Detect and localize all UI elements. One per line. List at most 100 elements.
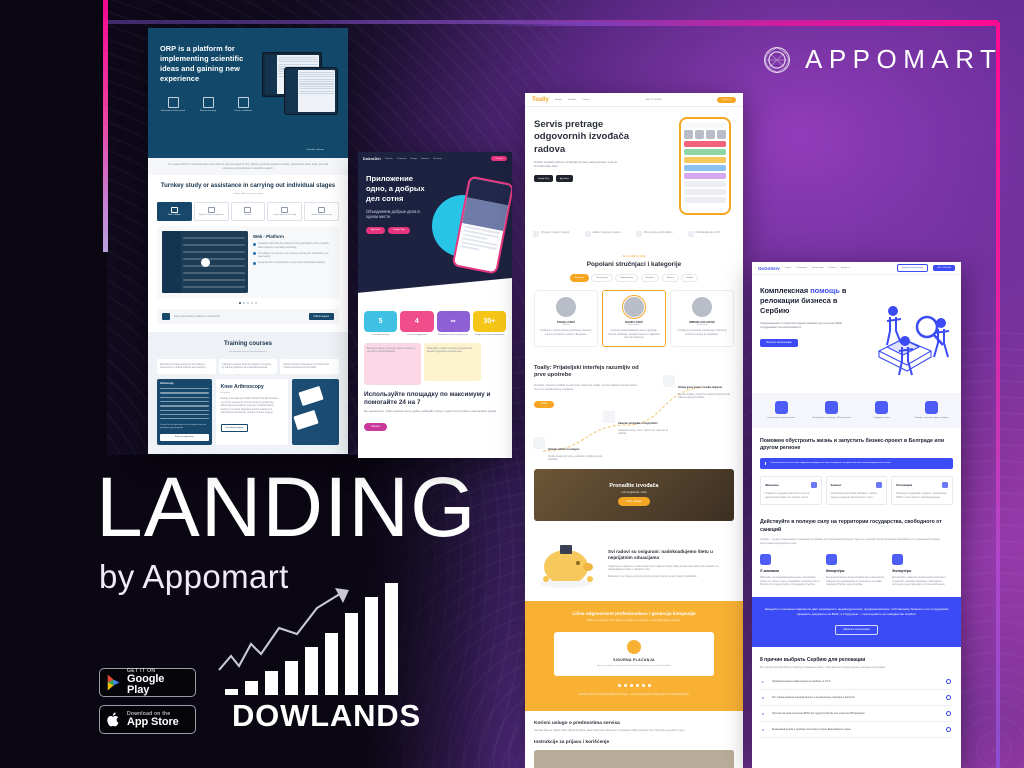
reloc-feature: Экспортёры Доставляйте товар без огранич… — [892, 554, 953, 587]
toally-person-card[interactable]: TANJA LUKIĆ Moleraj Kvalitetno i uredno … — [534, 290, 598, 347]
orp-tab-services[interactable]: Services — [230, 202, 266, 222]
reloc-feature-body: Беспрепятственно осуществляйте ввоз евро… — [826, 576, 885, 587]
reloc-acc-row[interactable]: 2 Нет ограничений на перевод валюты и на … — [760, 690, 953, 707]
toally-chip[interactable]: Svi radovi — [569, 274, 589, 282]
reloc-acc-row[interactable]: 4 Безвизовый режим и удобная логистика в … — [760, 722, 953, 739]
orp-tab-label: Study & Course Development — [198, 214, 224, 217]
toally-steps-button[interactable]: Proba — [534, 400, 555, 408]
check-icon — [533, 231, 539, 237]
toally-person-card[interactable]: DAVID LUKIĆ Vodoinstalater Vrhunski vodo… — [602, 290, 666, 347]
toally-carousel-dots[interactable] — [534, 683, 734, 687]
reloc-acc-row[interactable]: 3 Простая система получения ВНЖ при трудо… — [760, 706, 953, 723]
orp-tab-statistics[interactable]: Statistic data processing — [304, 202, 339, 222]
reloc-accordion-section: 8 причин выбрать Сербию для релокации Мы… — [752, 647, 961, 749]
mockup-orp[interactable]: ORP is a platform for implementing scien… — [148, 28, 348, 454]
google-play-badge-bottom: Google Play — [127, 673, 165, 696]
toally-person-card[interactable]: MIROSLAVA ANTIĆ Renoviranje Kompletno re… — [670, 290, 734, 347]
orp-tab-web-platform[interactable]: Web - Platform — [157, 202, 192, 222]
charity-appstore-button[interactable]: App Store — [366, 226, 386, 234]
toally-menu-item[interactable]: O nama — [582, 99, 590, 101]
toally-googleplay-button[interactable]: Google Play — [534, 175, 553, 183]
reloc-card[interactable]: Релокация Переезд сотрудников и родных, … — [891, 476, 954, 506]
toally-chip[interactable]: Renoviranje — [591, 274, 613, 282]
app-store-badge[interactable]: Download on the App Store — [99, 705, 196, 734]
reloc-sec1-title: Поможем обустроить жизнь и запустить биз… — [760, 437, 945, 451]
orp-cta-button[interactable]: Submit request — [308, 313, 334, 321]
orp-carousel-dots[interactable] — [157, 302, 339, 305]
reloc-nav-button-consult[interactable]: Получить консультацию — [896, 264, 928, 272]
orp-hero: ORP is a platform for implementing scien… — [148, 28, 348, 158]
toally-chip[interactable]: Električar — [640, 274, 660, 282]
plus-icon[interactable] — [946, 727, 951, 733]
accent-frame-horizontal-top — [486, 22, 1000, 26]
charity-stat-label: Фондов уже зарегистрировано — [474, 334, 505, 336]
toally-appstore-button[interactable]: App Store — [555, 175, 573, 183]
orp-course-card[interactable]: Education provides surgeons and trainees… — [157, 358, 216, 375]
toally-end-title2: Instrukcije za prijavu i korišćenje — [534, 740, 610, 746]
briefcase-icon — [876, 482, 883, 489]
charity-stat-value: ∞ — [436, 311, 470, 332]
orp-course-card[interactable]: Master courses of European for doctor an… — [280, 358, 340, 375]
plus-icon[interactable] — [946, 711, 951, 717]
orp-course-title: Knee Arthroscopy — [220, 384, 264, 391]
toally-menu-item[interactable]: Izvođači — [568, 99, 576, 101]
toally-step-body: Ocenite kvalitet i pomozite drugim koris… — [678, 392, 730, 400]
charity-menu-item[interactable]: Главная — [385, 158, 393, 160]
orp-tab-course-dev[interactable]: Study & Course Development — [193, 202, 229, 222]
charity-menu-item[interactable]: О проекте — [397, 158, 407, 160]
charity-googleplay-button[interactable]: Google Play — [388, 226, 410, 234]
charity-nav-button[interactable]: Скачать — [491, 155, 507, 162]
toally-usp-label: Brze ponude jednim klikom — [644, 231, 673, 234]
orp-course-nav[interactable]: Arthroscopy Courses for the organization… — [157, 379, 212, 445]
reloc-menu-item[interactable]: Контакты — [841, 267, 850, 269]
reloc-icon-label: Консультация на русском языке — [767, 417, 796, 419]
orp-course-cards: Education provides surgeons and trainees… — [157, 358, 340, 375]
toally-photo — [534, 750, 734, 768]
toally-chip[interactable]: Vodoinstalater — [615, 274, 639, 282]
reloc-nav-button-phone[interactable]: +381 11 000 000 — [932, 265, 955, 271]
mockup-toally[interactable]: Toally Usluge Izvođači O nama +381 11 00… — [525, 93, 743, 768]
reloc-menu-item[interactable]: О компании — [796, 267, 807, 269]
charity-menu-item[interactable]: Фонды — [411, 158, 418, 160]
people-icon — [825, 401, 838, 414]
reloc-section-two: Действуйте в полную силу на территории г… — [752, 515, 961, 597]
toally-yellow-body: Radi sa nama sigurno i bez stresa: svi m… — [587, 620, 681, 623]
toally-banner-button[interactable]: Počni pretragu — [618, 497, 650, 507]
orp-course-card[interactable]: Training in various fields as surgeon in… — [218, 358, 278, 375]
reloc-icon-item: Поддержка счетов — [858, 401, 905, 420]
reloc-menu-item[interactable]: Услуги — [785, 267, 791, 269]
reloc-blue-button[interactable]: Запросить консультацию — [835, 624, 878, 635]
toally-menu-item[interactable]: Usluge — [555, 99, 562, 101]
google-play-badge[interactable]: GET IT ON Google Play — [99, 668, 196, 697]
charity-menu-item[interactable]: Новости — [421, 158, 429, 160]
growth-chart-bar — [325, 633, 338, 695]
charity-cta-button[interactable]: Скачать — [364, 422, 387, 431]
reloc-card[interactable]: Бизнес Успешная регистрация компании, по… — [825, 476, 888, 506]
toally-usp: Provereni i sigurni majstori — [533, 231, 581, 237]
plus-icon[interactable] — [946, 695, 951, 701]
mockup-charity[interactable]: DobroDel Главная О проекте Фонды Новости… — [358, 152, 512, 458]
support-icon — [687, 231, 694, 237]
reloc-icon-label: Поддержка счетов — [873, 417, 890, 419]
reloc-feature-title: IT-компании — [760, 569, 780, 574]
toally-nav-button[interactable]: Prijavi se — [717, 96, 736, 103]
plus-icon[interactable] — [946, 679, 951, 685]
orp-course-button[interactable]: Download program — [220, 424, 249, 433]
reloc-illustration — [857, 289, 957, 381]
toally-chip[interactable]: Moleraj — [661, 274, 679, 282]
toally-phone-link[interactable]: +381 11 000 000 — [645, 99, 661, 101]
play-icon[interactable] — [200, 257, 210, 267]
orp-bullet: Keeping track of participants in your st… — [253, 261, 334, 265]
reloc-hero-button[interactable]: Получить консультацию — [760, 338, 798, 347]
orp-course-nav-item[interactable]: Arthroscopy — [160, 383, 209, 385]
toally-chip[interactable]: Selidbe — [681, 274, 699, 282]
reloc-menu-item[interactable]: Бизнес-виза — [812, 267, 823, 269]
charity-menu-item[interactable]: Контакты — [433, 158, 442, 160]
reloc-card[interactable]: Финансы Открытие и ведение расчетного сч… — [760, 476, 822, 506]
reloc-hero-title: Комплексная помощь в релокации бизнеса в… — [760, 286, 856, 316]
orp-course-nav-button[interactable]: Select an opportunity — [160, 433, 209, 441]
mockup-relocation[interactable]: GoGoServ Услуги О компании Бизнес-виза О… — [752, 262, 961, 768]
orp-tab-legal[interactable]: Legal support for the study — [267, 202, 303, 222]
reloc-menu-item[interactable]: Отзывы — [828, 267, 835, 269]
reloc-acc-row[interactable]: 1 Привлекательная ставка налога на прибыл… — [760, 674, 953, 691]
